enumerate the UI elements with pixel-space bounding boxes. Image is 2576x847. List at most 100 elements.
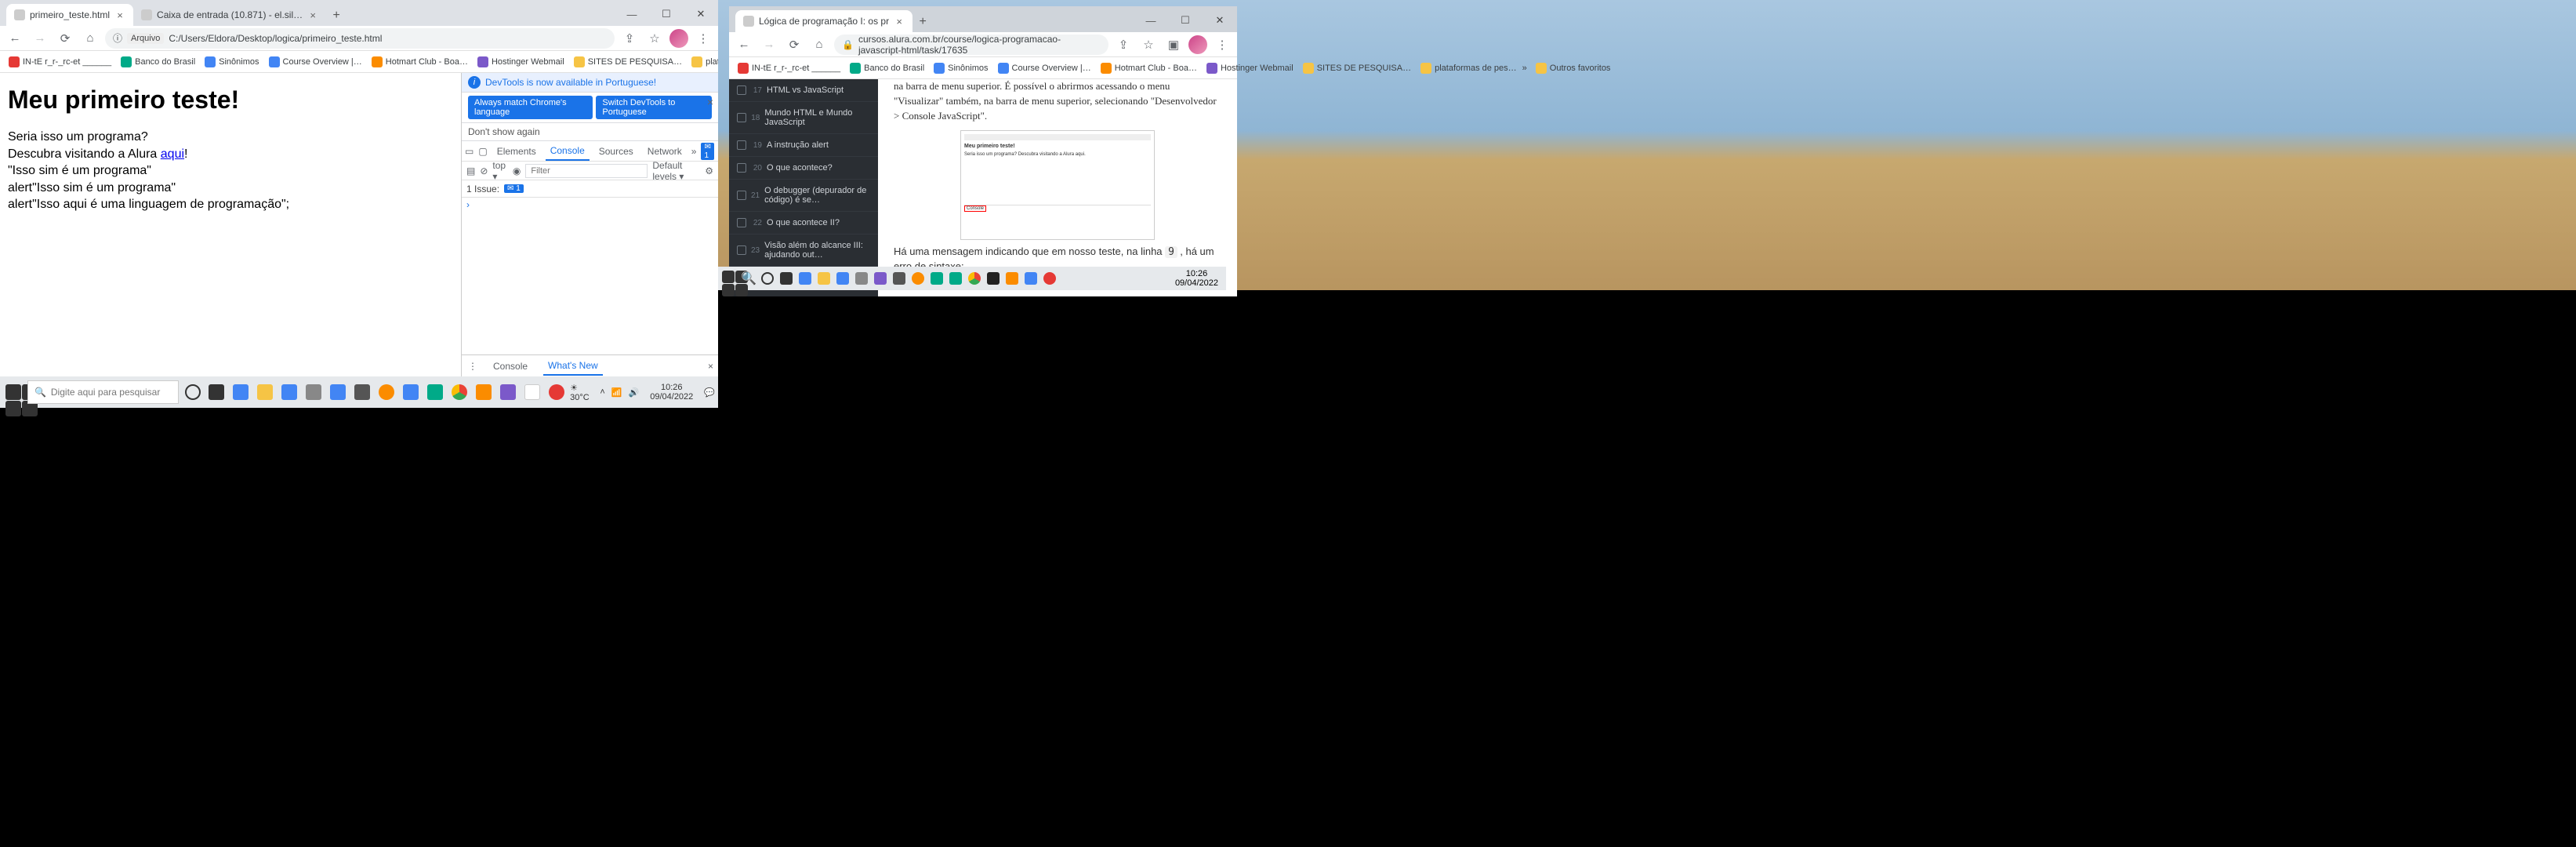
task-view-icon[interactable]	[206, 381, 227, 403]
minimize-icon[interactable]: —	[615, 2, 649, 26]
firefox-icon[interactable]	[909, 270, 927, 287]
bookmark-item[interactable]: plataformas de pes…	[1417, 61, 1521, 75]
levels-dropdown[interactable]: Default levels ▾	[652, 160, 700, 182]
close-tab-icon[interactable]: ×	[307, 9, 318, 21]
taskbar-clock[interactable]: 10:26 09/04/2022	[1170, 269, 1223, 288]
sidebar-item[interactable]: 17HTML vs JavaScript	[729, 79, 878, 102]
address-field[interactable]: ⓘ Arquivo C:/Users/Eldora/Desktop/logica…	[105, 28, 615, 49]
mail-icon[interactable]	[230, 381, 252, 403]
maximize-icon[interactable]: ☐	[1168, 9, 1203, 32]
taskbar-search[interactable]: 🔍 Digite aqui para pesquisar	[27, 380, 179, 404]
app-icon[interactable]	[853, 270, 870, 287]
inspect-icon[interactable]: ▭	[465, 146, 473, 157]
word-icon[interactable]	[328, 381, 349, 403]
console-body[interactable]: ›	[462, 198, 718, 354]
always-match-language-button[interactable]: Always match Chrome's language	[468, 96, 593, 119]
settings-gear-icon[interactable]: ⚙	[705, 165, 713, 176]
maximize-icon[interactable]: ☐	[649, 2, 684, 26]
close-banner-icon[interactable]: ×	[707, 96, 713, 108]
bookmark-item[interactable]: Course Overview |…	[265, 55, 366, 69]
excel-icon[interactable]	[424, 381, 445, 403]
drawer-tab-whatsnew[interactable]: What's New	[543, 357, 603, 376]
more-tabs-icon[interactable]: »	[691, 146, 697, 157]
sidebar-item[interactable]: 21O debugger (depurador de código) é se…	[729, 180, 878, 212]
chevron-right-icon[interactable]: »	[1522, 64, 1527, 73]
reload-icon[interactable]: ⟳	[55, 28, 75, 49]
cortana-icon[interactable]	[759, 270, 776, 287]
context-top[interactable]: top ▾	[492, 160, 507, 182]
settings-gear-icon[interactable]	[891, 270, 908, 287]
firefox-icon[interactable]	[376, 381, 397, 403]
reload-icon[interactable]: ⟳	[784, 35, 804, 55]
page-link-aqui[interactable]: aqui	[161, 147, 184, 161]
sublime-icon[interactable]	[473, 381, 494, 403]
app-icon[interactable]	[546, 381, 567, 403]
sidebar-item[interactable]: 23Visão além do alcance III: ajudando ou…	[729, 234, 878, 267]
explorer-icon[interactable]	[815, 270, 833, 287]
bookmark-item[interactable]: SITES DE PESQUISA…	[570, 55, 686, 69]
bookmark-item[interactable]: Sinônimos	[201, 55, 263, 69]
tray-chevron-icon[interactable]: ˄	[600, 387, 604, 397]
profile-avatar[interactable]	[1188, 35, 1207, 54]
bookmark-item[interactable]: Hostinger Webmail	[1203, 61, 1297, 75]
eye-icon[interactable]: ◉	[513, 165, 521, 176]
tab-alura[interactable]: Lógica de programação I: os pr ×	[735, 10, 912, 32]
back-icon[interactable]: ←	[5, 28, 25, 49]
new-tab-button[interactable]: +	[912, 12, 933, 32]
cortana-icon[interactable]	[182, 381, 203, 403]
share-icon[interactable]: ⇪	[619, 28, 640, 49]
task-view-icon[interactable]	[778, 270, 795, 287]
bookmark-item[interactable]: Banco do Brasil	[117, 55, 199, 69]
switch-language-button[interactable]: Switch DevTools to Portuguese	[596, 96, 712, 119]
new-tab-button[interactable]: +	[326, 5, 346, 26]
close-drawer-icon[interactable]: ×	[708, 361, 713, 372]
volume-icon[interactable]: 🔊	[629, 387, 640, 398]
excel-icon[interactable]	[928, 270, 945, 287]
sidebar-toggle-icon[interactable]: ▤	[466, 165, 475, 176]
app-icon[interactable]	[872, 270, 889, 287]
chrome-icon[interactable]	[966, 270, 983, 287]
tab-console[interactable]: Console	[546, 142, 590, 161]
tab-sources[interactable]: Sources	[594, 143, 638, 160]
settings-gear-icon[interactable]	[352, 381, 373, 403]
sidebar-item[interactable]: 20O que acontece?	[729, 157, 878, 180]
search-icon[interactable]: 🔍	[740, 270, 757, 287]
address-field[interactable]: 🔒 cursos.alura.com.br/course/logica-prog…	[834, 35, 1108, 55]
issues-row[interactable]: 1 Issue: ✉ 1	[462, 180, 718, 198]
start-button[interactable]	[721, 270, 738, 287]
clear-icon[interactable]: ⊘	[480, 165, 488, 176]
app-icon[interactable]	[1022, 270, 1039, 287]
sidebar-item[interactable]: 19A instrução alert	[729, 134, 878, 157]
calendar-icon[interactable]	[401, 381, 422, 403]
minimize-icon[interactable]: —	[1134, 9, 1168, 32]
profile-avatar[interactable]	[669, 29, 688, 48]
bookmark-item[interactable]: SITES DE PESQUISA…	[1299, 61, 1415, 75]
close-tab-icon[interactable]: ×	[894, 16, 905, 27]
bookmark-star-icon[interactable]: ☆	[1138, 35, 1159, 55]
sidebar-item[interactable]: 18Mundo HTML e Mundo JavaScript	[729, 102, 878, 134]
app-icon[interactable]	[985, 270, 1002, 287]
bookmark-star-icon[interactable]: ☆	[644, 28, 665, 49]
mail-icon[interactable]	[796, 270, 814, 287]
app-icon[interactable]	[1041, 270, 1058, 287]
share-icon[interactable]: ⇪	[1113, 35, 1134, 55]
bookmark-item[interactable]: IN-tE r_r-_rc-et ______	[5, 55, 115, 69]
home-icon[interactable]: ⌂	[80, 28, 100, 49]
notifications-icon[interactable]: 💬	[704, 387, 715, 398]
bookmark-item[interactable]: Course Overview |…	[994, 61, 1095, 75]
explorer-icon[interactable]	[255, 381, 276, 403]
close-window-icon[interactable]: ✕	[1203, 9, 1237, 32]
filter-input[interactable]	[525, 164, 648, 178]
close-tab-icon[interactable]: ×	[114, 9, 125, 21]
sublime-icon[interactable]	[1003, 270, 1021, 287]
excel-icon[interactable]	[947, 270, 964, 287]
messages-badge[interactable]: ✉ 1	[701, 143, 713, 160]
store-icon[interactable]	[279, 381, 300, 403]
camera-icon[interactable]	[303, 381, 325, 403]
tab-network[interactable]: Network	[643, 143, 687, 160]
bookmark-item[interactable]: Banco do Brasil	[846, 61, 928, 75]
dont-show-again-link[interactable]: Don't show again	[462, 123, 718, 141]
taskbar-clock[interactable]: 10:26 09/04/2022	[645, 383, 698, 402]
tab-gmail[interactable]: Caixa de entrada (10.871) - el.sil… ×	[133, 4, 326, 26]
drawer-tab-console[interactable]: Console	[488, 358, 532, 375]
